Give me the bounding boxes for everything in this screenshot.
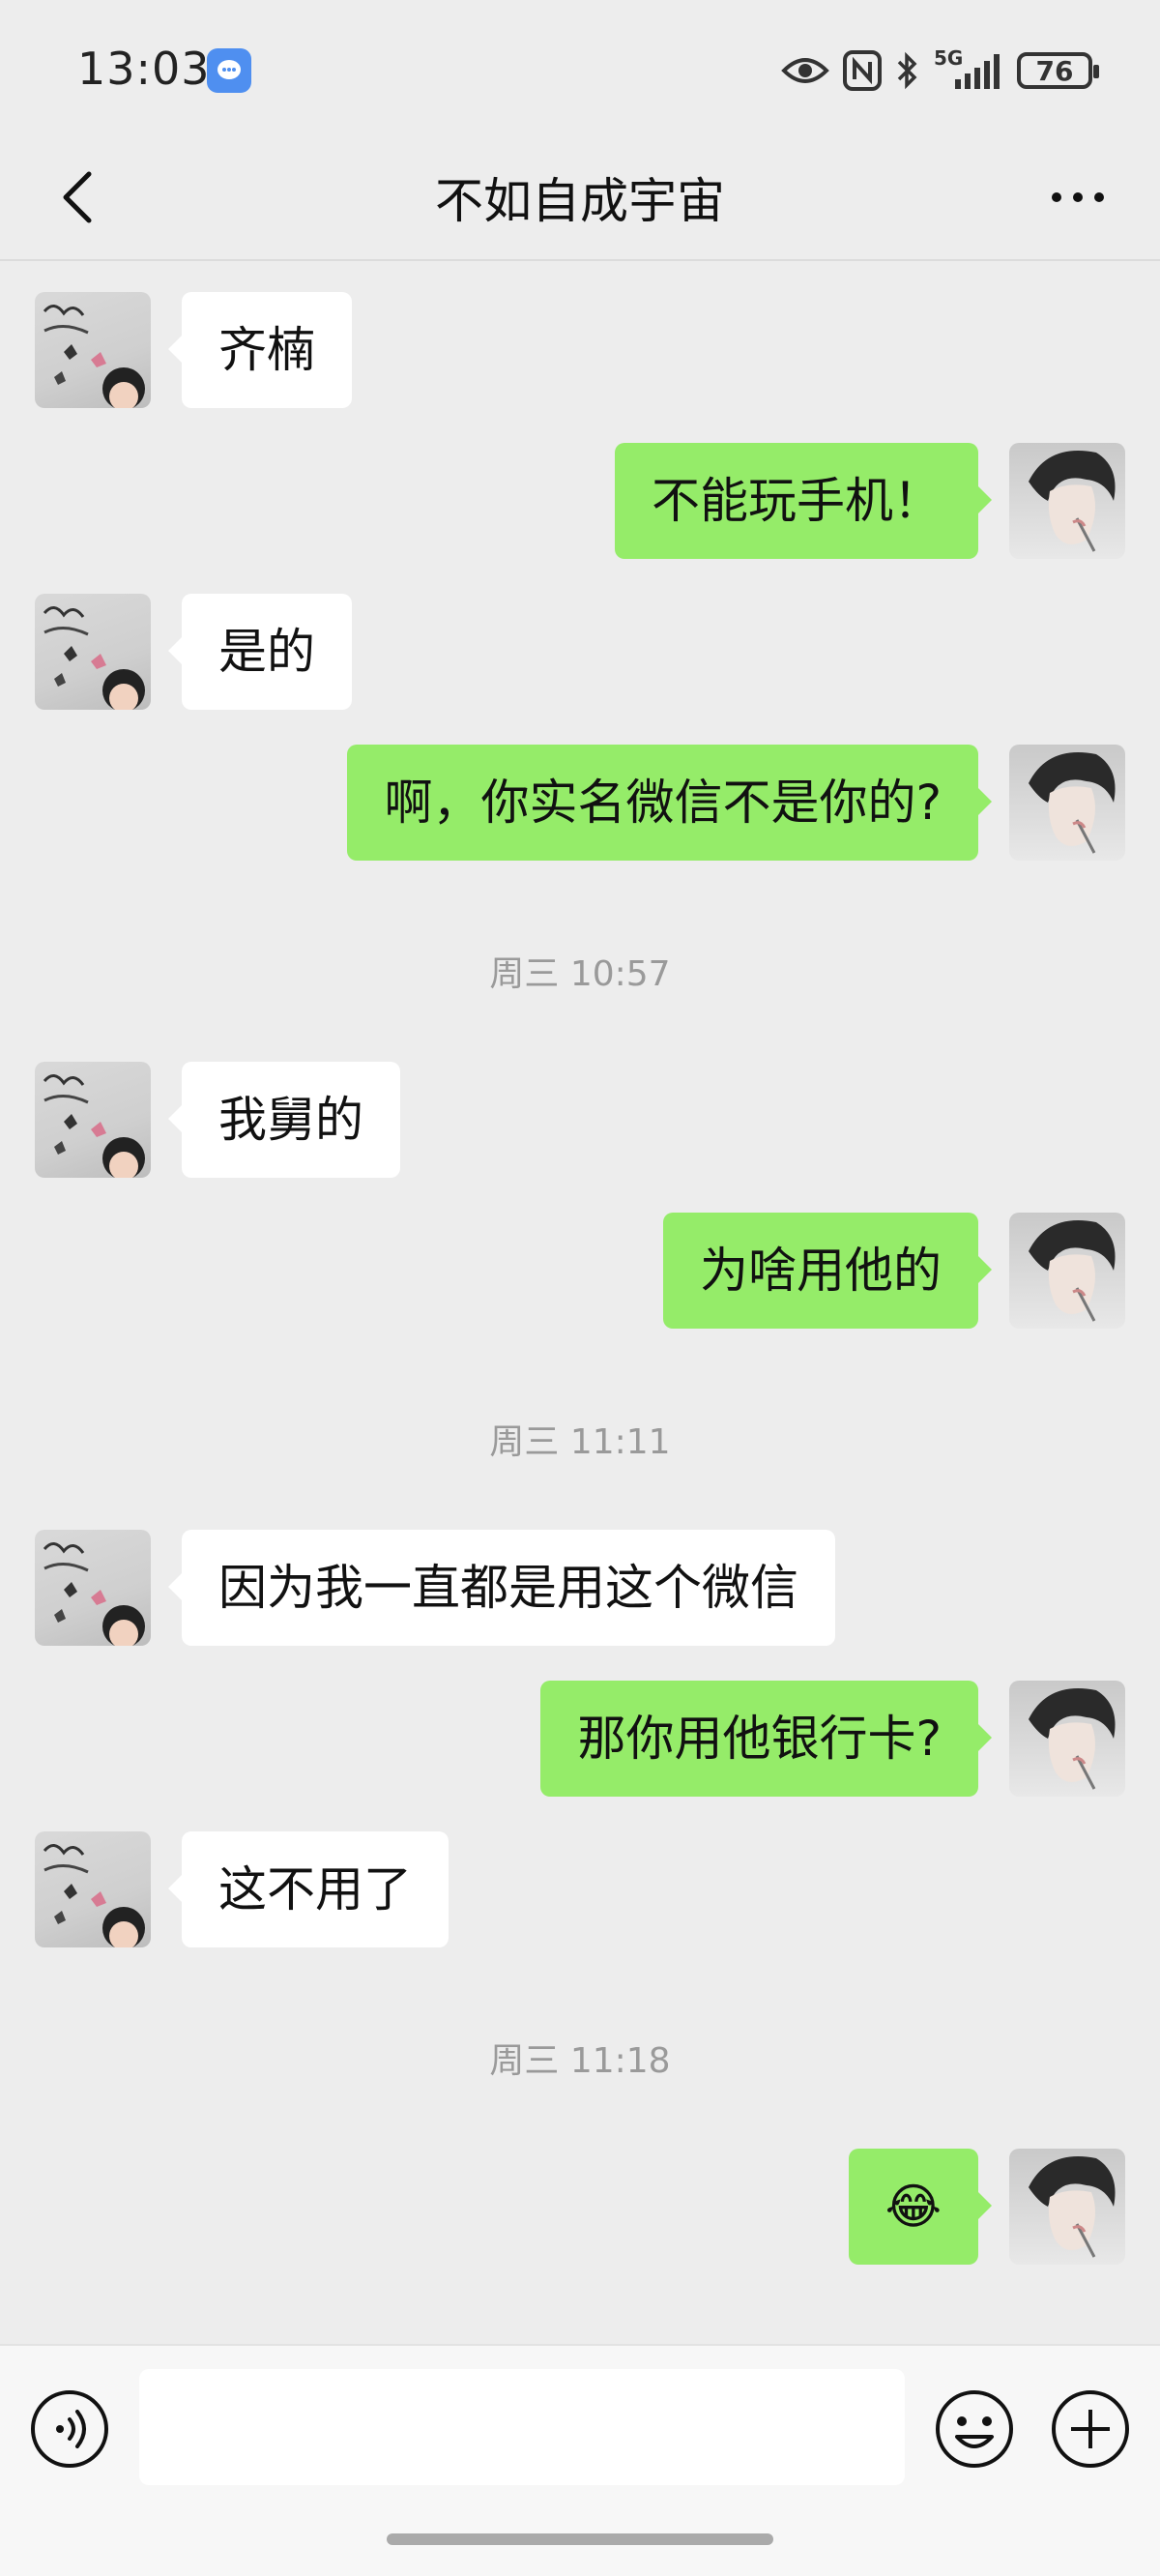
chevron-left-icon <box>63 171 92 223</box>
more-functions-button[interactable] <box>1050 2388 1131 2470</box>
status-bar: 13:03 5G 76 <box>0 0 1160 135</box>
message-row: 因为我一直都是用这个微信 <box>0 1530 1160 1646</box>
status-time: 13:03 <box>77 43 211 95</box>
battery-indicator: 76 <box>1017 52 1099 89</box>
received-message[interactable]: 齐楠 <box>168 292 352 408</box>
message-notification-icon <box>207 48 251 93</box>
message-row: 齐楠 <box>0 292 1160 408</box>
self-avatar[interactable] <box>1009 1213 1125 1329</box>
header-divider <box>0 259 1160 261</box>
more-options-button[interactable] <box>1034 159 1121 236</box>
signal-icon: 5G <box>934 46 1003 91</box>
back-button[interactable] <box>39 159 116 236</box>
time-divider: 周三 10:57 <box>489 954 671 994</box>
message-list[interactable]: 齐楠 不能玩手机！ 是的 啊，你实名微信不是你的? 周三 10:57 我舅的 为… <box>0 290 1160 2340</box>
message-row: 啊，你实名微信不是你的? <box>0 745 1160 861</box>
self-avatar[interactable] <box>1009 745 1125 861</box>
bluetooth-icon <box>897 51 917 90</box>
emoji-button[interactable] <box>934 2388 1015 2470</box>
message-row: 那你用他银行卡? <box>0 1681 1160 1797</box>
received-message[interactable]: 这不用了 <box>168 1831 449 1947</box>
emoji-icon <box>936 2390 1013 2468</box>
self-avatar[interactable] <box>1009 1681 1125 1797</box>
self-avatar[interactable] <box>1009 2149 1125 2265</box>
message-row: 我舅的 <box>0 1062 1160 1178</box>
time-divider: 周三 11:18 <box>489 2041 671 2081</box>
nfc-icon <box>843 50 882 91</box>
voice-input-button[interactable] <box>29 2388 110 2470</box>
chat-title: 不如自成宇宙 <box>435 173 725 229</box>
sent-message[interactable]: 为啥用他的 <box>663 1213 992 1329</box>
sent-message[interactable]: 那你用他银行卡? <box>540 1681 992 1797</box>
contact-avatar[interactable] <box>35 1062 151 1178</box>
contact-avatar[interactable] <box>35 1530 151 1646</box>
received-message[interactable]: 因为我一直都是用这个微信 <box>168 1530 835 1646</box>
contact-avatar[interactable] <box>35 594 151 710</box>
time-divider: 周三 11:11 <box>489 1422 671 1462</box>
message-row: 为啥用他的 <box>0 1213 1160 1329</box>
home-indicator[interactable] <box>387 2533 773 2545</box>
message-row: 不能玩手机！ <box>0 443 1160 559</box>
contact-avatar[interactable] <box>35 1831 151 1947</box>
voice-icon <box>31 2390 108 2468</box>
sent-emoji-message[interactable]: 😂 <box>848 2149 993 2265</box>
contact-avatar[interactable] <box>35 292 151 408</box>
message-row: 😂 <box>0 2149 1160 2265</box>
sent-message[interactable]: 啊，你实名微信不是你的? <box>347 745 992 861</box>
more-dots-icon <box>1052 192 1104 202</box>
eye-icon <box>781 58 829 83</box>
self-avatar[interactable] <box>1009 443 1125 559</box>
received-message[interactable]: 我舅的 <box>168 1062 400 1178</box>
message-input[interactable] <box>139 2369 905 2485</box>
plus-icon <box>1052 2390 1129 2468</box>
sent-message[interactable]: 不能玩手机！ <box>615 443 992 559</box>
message-row: 是的 <box>0 594 1160 710</box>
message-row: 这不用了 <box>0 1831 1160 1947</box>
received-message[interactable]: 是的 <box>168 594 352 710</box>
chat-header: 不如自成宇宙 <box>0 135 1160 259</box>
